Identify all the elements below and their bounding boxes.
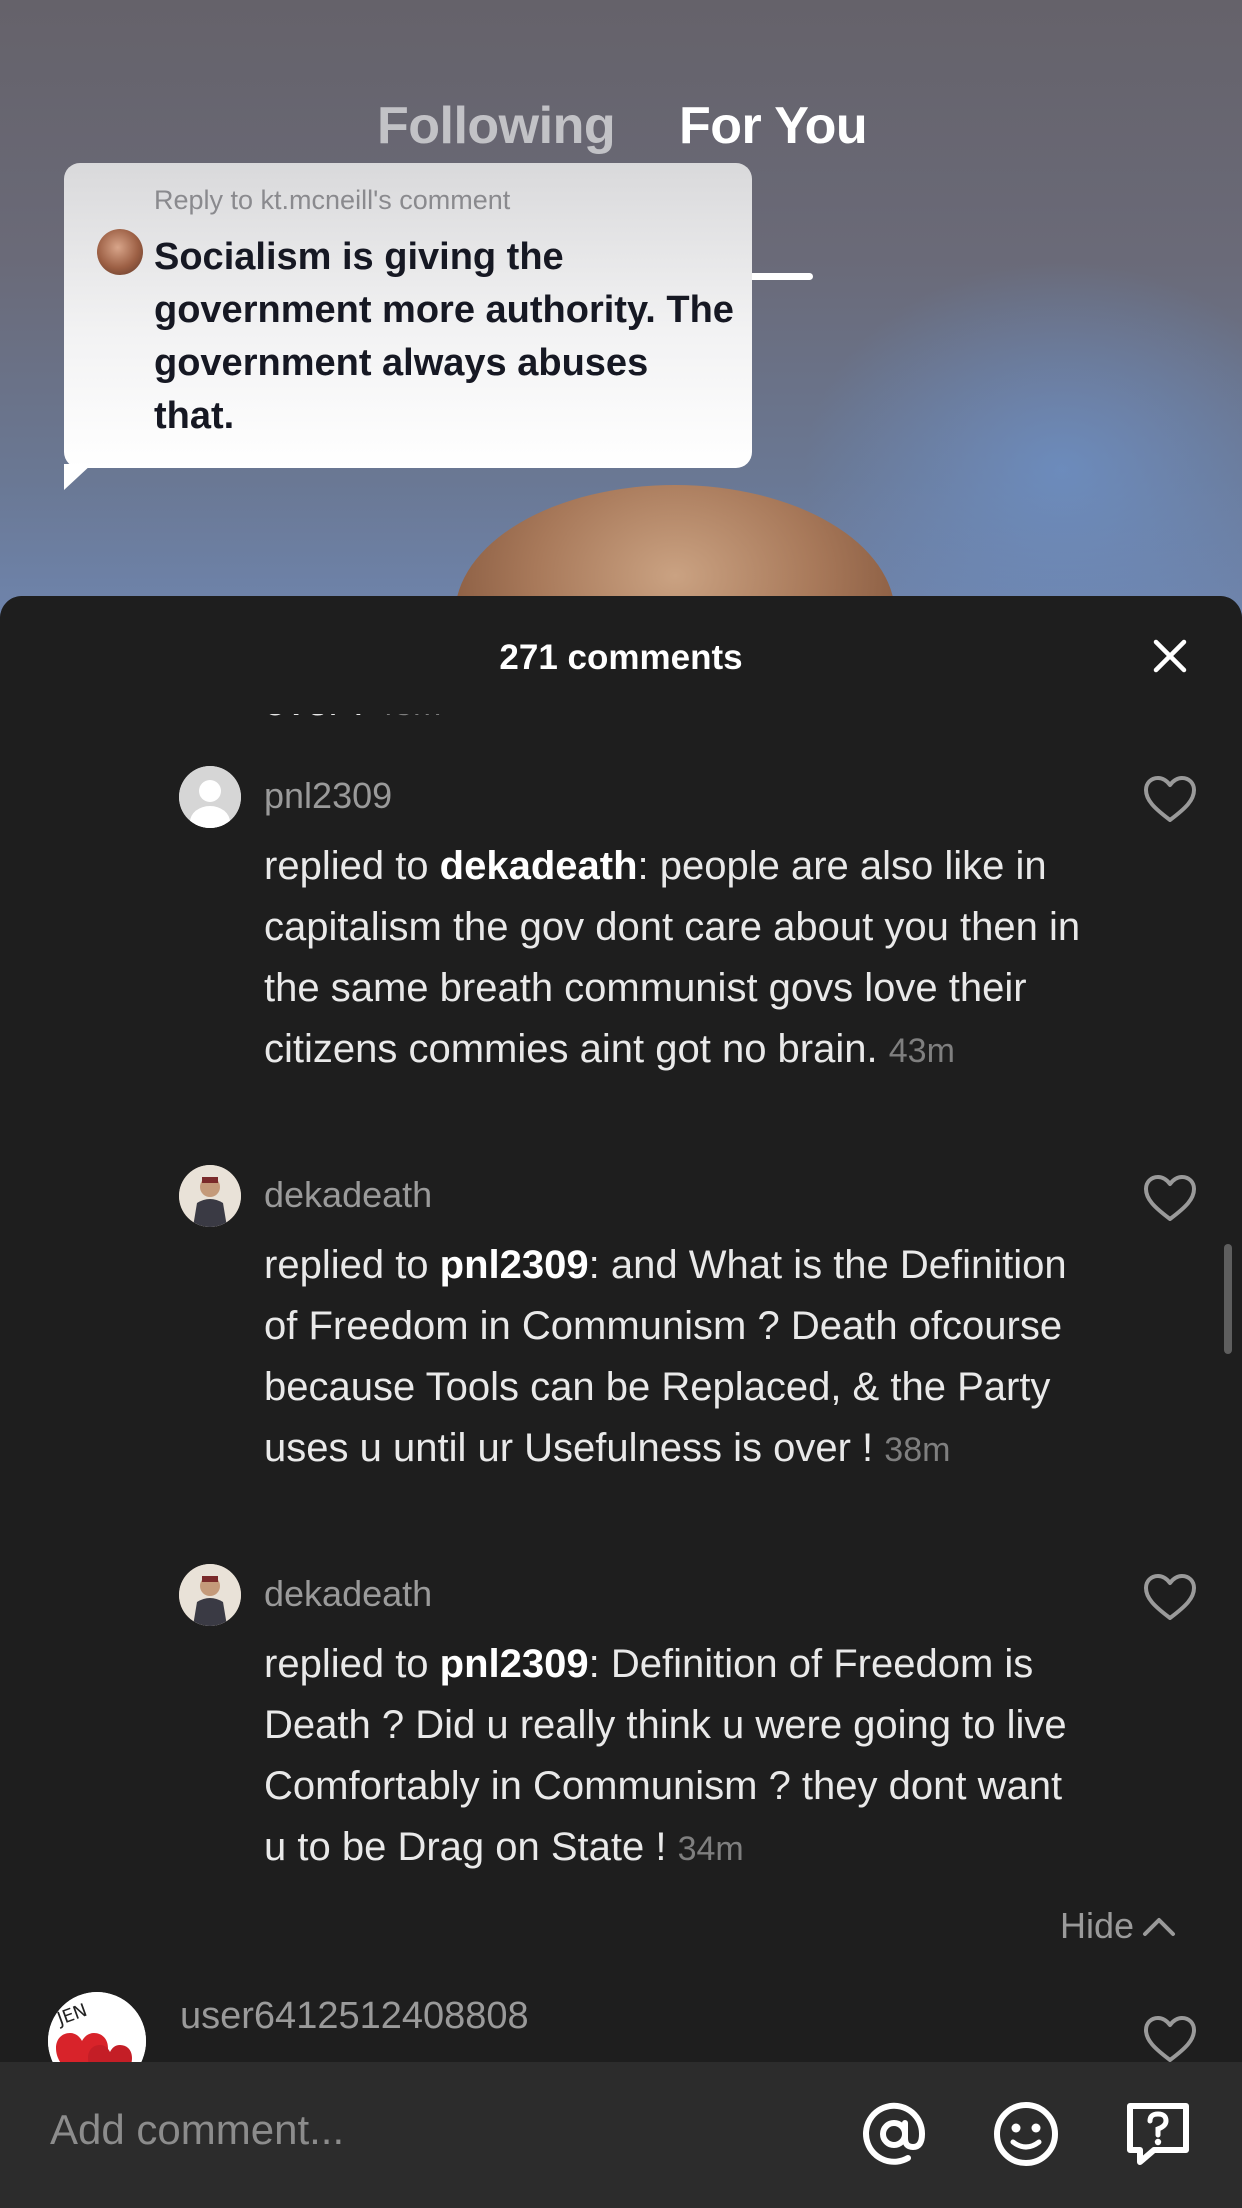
comments-list[interactable]: over ! 43m pnl2309 replied to dekadeath:… (0, 596, 1242, 2062)
at-mention-icon[interactable] (858, 2098, 930, 2170)
add-comment-input[interactable]: Add comment... (50, 2106, 344, 2154)
tab-following[interactable]: Following (377, 96, 616, 156)
mention-link[interactable]: dekadeath (440, 844, 638, 888)
default-avatar-icon (179, 766, 241, 828)
question-sticker-icon[interactable] (1122, 2098, 1194, 2170)
reply-prefix: replied to (264, 844, 440, 888)
mention-link[interactable]: pnl2309 (440, 1642, 589, 1686)
comment-time: 38m (884, 1431, 951, 1469)
hide-label: Hide (1060, 1905, 1135, 1946)
tab-for-you[interactable]: For You (679, 96, 868, 156)
scrollbar-thumb[interactable] (1224, 1244, 1232, 1354)
close-icon[interactable] (1147, 633, 1193, 679)
reply-sticker-title: Reply to kt.mcneill's comment (154, 185, 511, 215)
avatar[interactable] (179, 766, 241, 828)
comment-count-title: 271 comments (499, 638, 743, 677)
heart-outline-icon[interactable] (1142, 1173, 1198, 1223)
mention-link[interactable]: pnl2309 (440, 1243, 589, 1287)
comment-time: 43m (888, 1032, 955, 1070)
comment-username[interactable]: dekadeath (264, 1174, 432, 1216)
comment-username[interactable]: user6412512408808 (180, 1995, 529, 2038)
heart-outline-icon[interactable] (1142, 1572, 1198, 1622)
comments-header: 271 comments (0, 596, 1242, 714)
reply-sticker-avatar (97, 229, 143, 275)
comment-text: replied to pnl2309: and What is the Defi… (264, 1235, 1094, 1481)
comment-username[interactable]: dekadeath (264, 1573, 432, 1615)
heart-outline-icon[interactable] (1142, 2014, 1198, 2062)
avatar[interactable]: JEN (48, 1992, 146, 2062)
comment-time: 34m (677, 1830, 744, 1868)
reply-prefix: replied to (264, 1243, 440, 1287)
heart-outline-icon[interactable] (1142, 774, 1198, 824)
emoji-icon[interactable] (990, 2098, 1062, 2170)
avatar[interactable] (179, 1165, 241, 1227)
user-avatar-image (179, 1165, 241, 1227)
comment-text: replied to dekadeath: people are also li… (264, 836, 1094, 1082)
comment-input-bar: Add comment... (0, 2062, 1242, 2208)
reply-comment-sticker: Reply to kt.mcneill's comment Socialism … (64, 163, 752, 490)
sticker-tail (64, 464, 92, 490)
comment-username[interactable]: pnl2309 (264, 775, 392, 817)
comment-text: replied to pnl2309: Definition of Freedo… (264, 1634, 1094, 1880)
hide-replies-button[interactable]: Hide (1060, 1902, 1176, 1950)
reply-prefix: replied to (264, 1642, 440, 1686)
chevron-up-icon (1143, 1918, 1176, 1936)
comments-sheet: over ! 43m pnl2309 replied to dekadeath:… (0, 596, 1242, 2208)
reply-sticker-text: Socialism is giving the government more … (154, 236, 734, 437)
avatar[interactable] (179, 1564, 241, 1626)
user-avatar-image (179, 1564, 241, 1626)
heart-avatar-image: JEN (48, 1992, 146, 2062)
